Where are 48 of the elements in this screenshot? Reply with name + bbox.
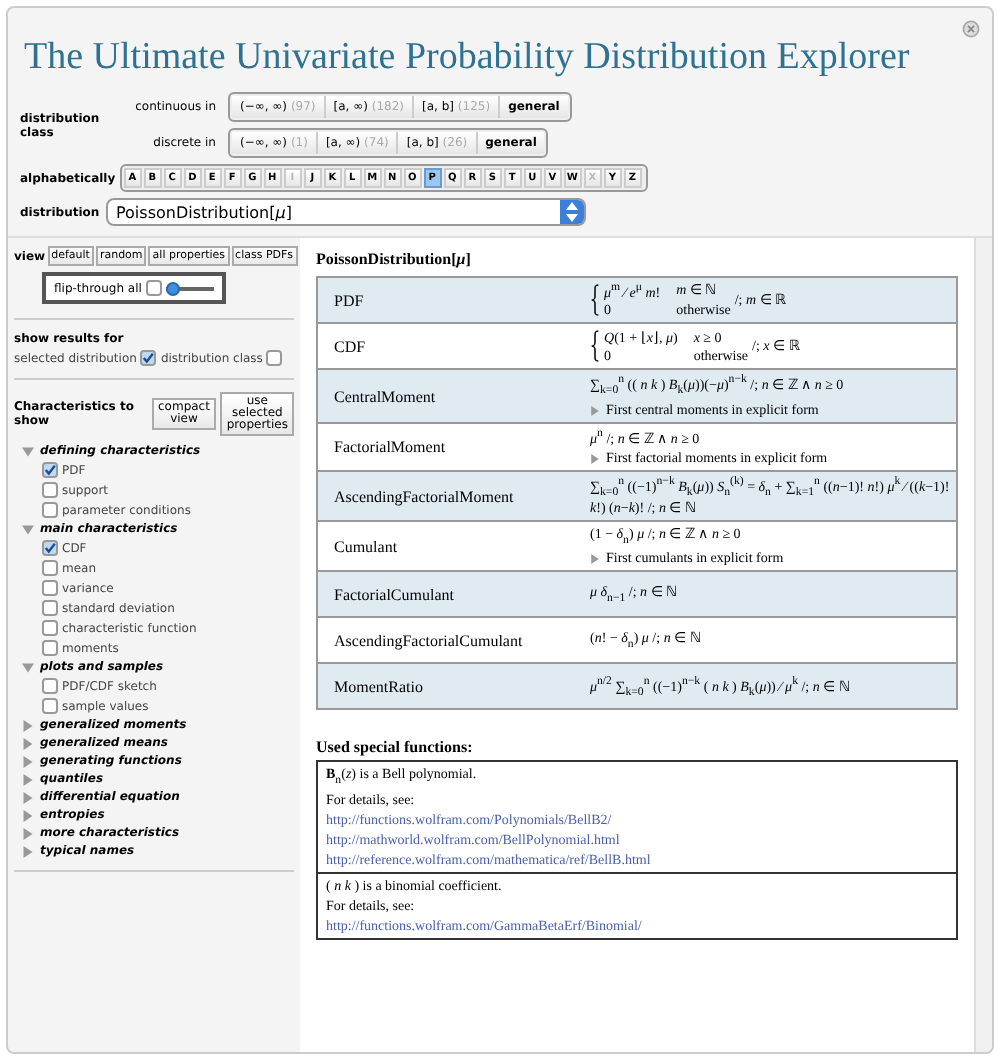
property-name: AscendingFactorialCumulant — [332, 631, 525, 650]
checkbox[interactable] — [266, 350, 283, 366]
checkbox[interactable] — [42, 560, 58, 576]
expanded-triangle-icon[interactable] — [22, 661, 34, 673]
property-name: FactorialMoment — [332, 438, 448, 457]
property-name: PDF — [332, 291, 366, 310]
expanded-triangle-icon[interactable] — [22, 445, 34, 457]
checkbox[interactable] — [42, 620, 58, 636]
window-title: The Ultimate Univariate Probability Distribution Explorer — [24, 36, 912, 80]
distribution-dropdown[interactable]: PoissonDistribution[μ] — [106, 198, 586, 226]
expanded-triangle-icon[interactable] — [22, 523, 34, 535]
checkbox[interactable] — [42, 698, 58, 714]
checkbox[interactable] — [42, 580, 58, 596]
slider[interactable] — [165, 281, 214, 295]
checkbox[interactable] — [42, 540, 58, 556]
brace-icon — [590, 328, 600, 365]
property-name: Cumulant — [332, 537, 400, 556]
collapsed-triangle-icon[interactable] — [22, 827, 34, 839]
collapsed-triangle-icon[interactable] — [22, 773, 34, 785]
brace-icon — [590, 282, 600, 319]
collapsed-triangle-icon[interactable] — [590, 405, 600, 416]
collapsed-triangle-icon[interactable] — [590, 553, 600, 564]
close-icon[interactable] — [962, 20, 980, 38]
checkbox[interactable] — [42, 678, 58, 694]
checkbox[interactable] — [42, 600, 58, 616]
checkbox[interactable] — [140, 350, 157, 366]
scrollbar[interactable] — [974, 238, 992, 1052]
property-name: MomentRatio — [332, 677, 425, 696]
checkbox[interactable] — [42, 482, 58, 498]
collapsed-triangle-icon[interactable] — [22, 755, 34, 767]
collapsed-triangle-icon[interactable] — [22, 737, 34, 749]
property-name: AscendingFactorialMoment — [332, 487, 516, 506]
collapsed-triangle-icon[interactable] — [22, 809, 34, 821]
section-heading: Used special functions: — [316, 738, 475, 757]
slider-thumb[interactable] — [165, 281, 180, 295]
checkbox[interactable] — [42, 640, 58, 656]
dropdown-arrows-icon — [560, 200, 584, 224]
collapsed-triangle-icon[interactable] — [22, 791, 34, 803]
collapsed-triangle-icon[interactable] — [22, 845, 34, 857]
checkbox[interactable] — [42, 462, 58, 478]
results-heading: PoissonDistribution[μ] — [316, 250, 473, 268]
property-name: CentralMoment — [332, 387, 438, 406]
checkbox[interactable] — [145, 280, 162, 296]
collapsed-triangle-icon[interactable] — [590, 453, 600, 464]
collapsed-triangle-icon[interactable] — [22, 719, 34, 731]
checkbox[interactable] — [42, 502, 58, 518]
property-name: FactorialCumulant — [332, 585, 456, 604]
property-name: CDF — [332, 337, 368, 356]
